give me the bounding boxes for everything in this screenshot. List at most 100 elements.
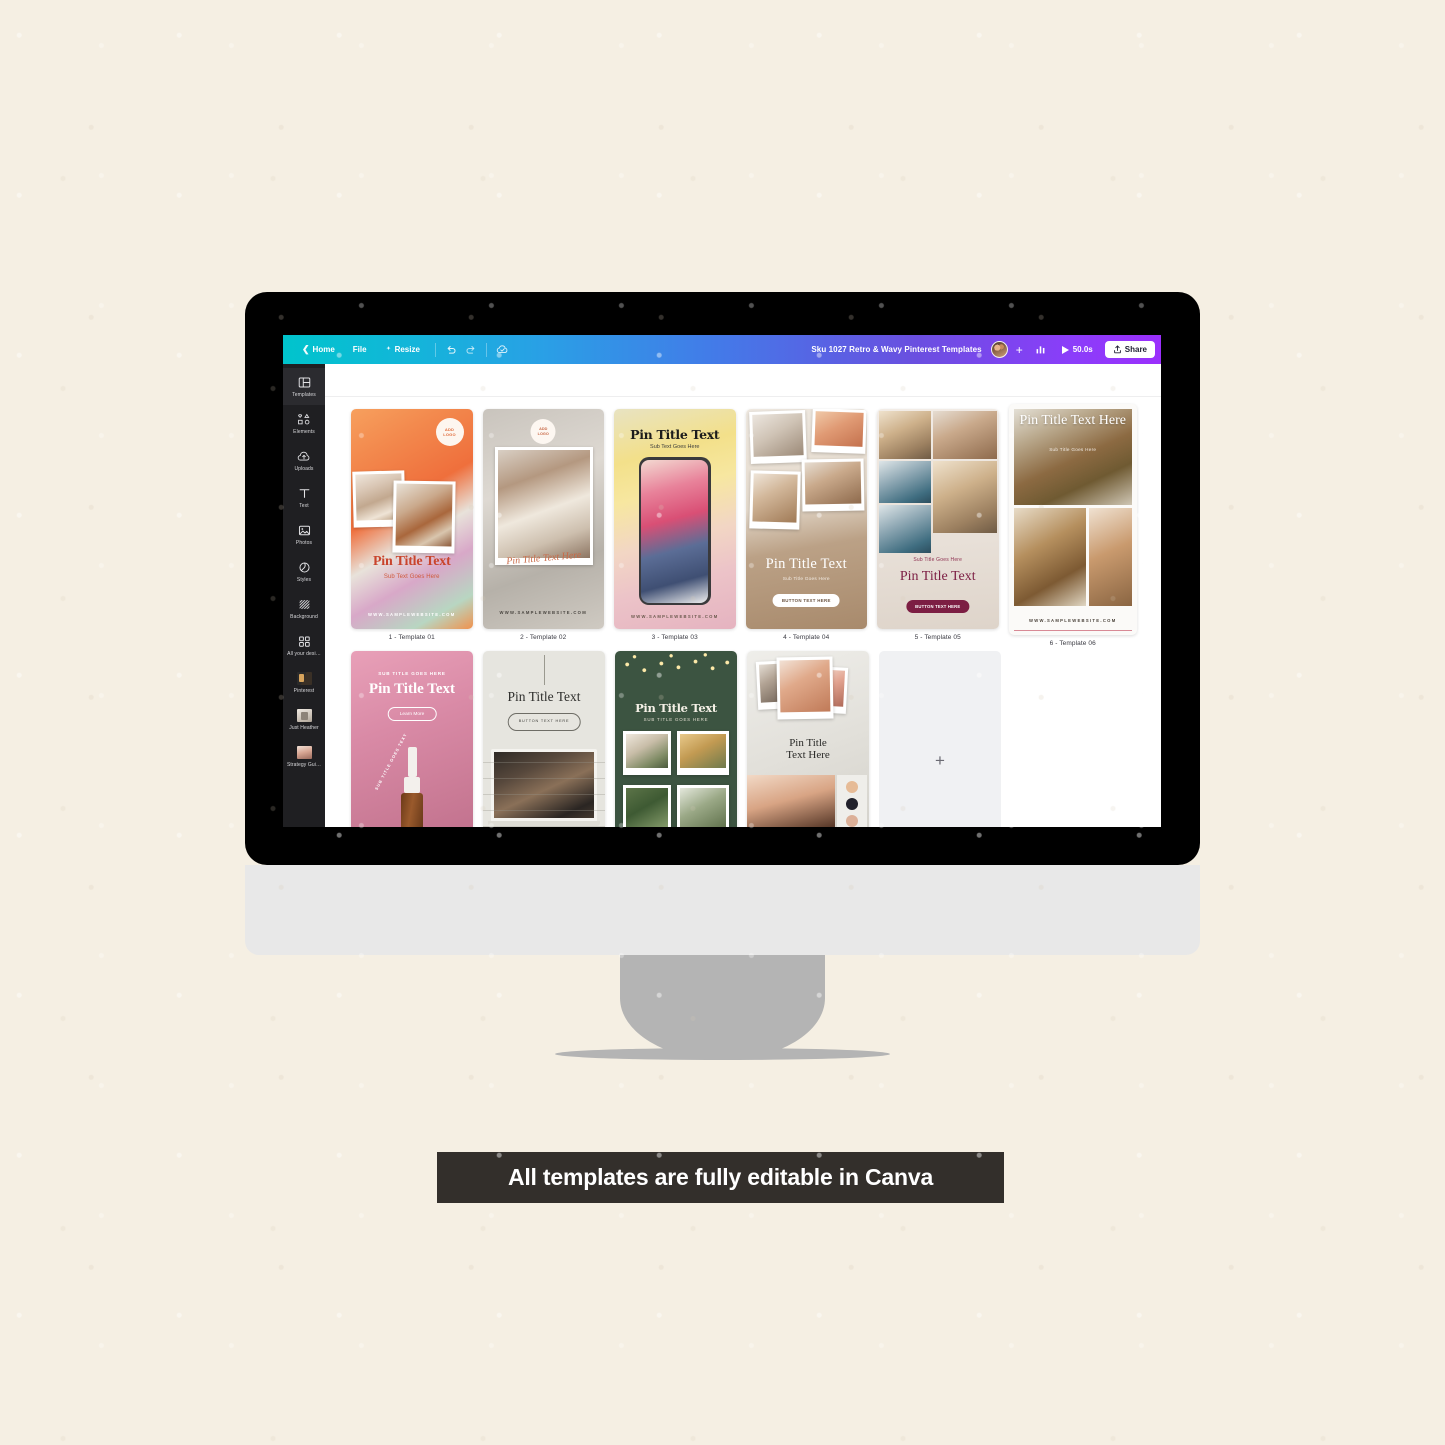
undo-arrow-icon [447,345,456,354]
home-button[interactable]: ❮ Home [293,342,344,357]
sidebar-item-just-heather[interactable]: Just Heather [283,701,325,738]
resize-button[interactable]: Resize [376,342,429,357]
divider-line [544,655,545,685]
photo-frame [776,656,834,720]
sidebar-item-all-your-designs[interactable]: All your desi… [283,627,325,664]
elements-shapes-icon [297,413,311,427]
text-t-icon [298,487,311,501]
laptop-mockup [488,749,600,826]
play-triangle-icon [1061,345,1069,354]
sidebar-label: Text [299,502,309,509]
sidebar-item-styles[interactable]: Styles [283,553,325,590]
sidebar-item-templates[interactable]: Templates [283,368,325,405]
cloud-saved-button[interactable] [493,340,512,359]
toolbar-divider [434,342,436,357]
photo-frame [392,480,456,554]
sidebar-item-elements[interactable]: Elements [283,405,325,442]
background-hatch-icon [298,598,311,612]
template-thumbnail-01[interactable]: ADD LOGO Pin Title Text Sub Text Goes Her… [351,409,473,629]
template-thumbnail-03[interactable]: Pin Title Text Sub Text Goes Here WWW.SA… [614,409,736,629]
sidebar-item-text[interactable]: Text [283,479,325,516]
page-cell[interactable]: Pin Title Text BUTTON TEXT HERE [483,651,605,827]
toolbar-divider-2 [485,342,487,357]
page-cell[interactable]: Pin Title Text Here [747,651,869,827]
photo-image-icon [298,524,311,538]
template-title: Pin Title Text [899,569,976,584]
page-cell[interactable]: ADD LOGO Pin Title Text Sub Text Goes Her… [351,409,473,641]
photo-frame [748,410,807,464]
template-thumbnail-06[interactable]: Pin Title Text Here Sub Title Goes Here … [1008,404,1137,635]
template-subtitle: Sub Title Goes Here [913,557,963,563]
template-thumbnail-02[interactable]: ADD LOGO Pin Title Text Here WWW.SAMPLEWE… [482,409,604,629]
pages-row: ADD LOGO Pin Title Text Sub Text Goes Her… [351,404,1137,647]
sidebar-label: Templates [292,391,316,398]
page-cell[interactable]: ADD LOGO Pin Title Text Here WWW.SAMPLEWE… [482,409,604,641]
add-collaborator-button[interactable]: + [1013,344,1026,356]
page-label: 3 - Template 03 [651,634,698,641]
duration-label: 50.0s [1072,345,1093,354]
file-menu-button[interactable]: File [344,342,376,357]
redo-button[interactable] [461,340,480,359]
templates-grid-icon [298,376,311,390]
template-thumbnail-09[interactable]: Pin Title Text SUB TITLE GOES HERE [615,651,737,827]
sidebar-item-pinterest[interactable]: Pinterest [283,664,325,701]
share-button[interactable]: Share [1104,341,1155,358]
phone-mockup [638,457,711,605]
bar-chart-icon [1036,346,1045,354]
template-thumbnail-05[interactable]: Sub Title Goes Here Pin Title Text BUTTO… [877,409,999,629]
monitor-stand [555,955,890,1060]
file-label: File [352,345,367,354]
sidebar-label: All your desi… [287,650,321,657]
template-title: Pin Title Text [765,556,847,572]
add-logo-badge: ADD LOGO [435,418,464,446]
template-thumbnail-07[interactable]: SUB TITLE GOES HERE Pin Title Text Learn… [351,651,473,827]
template-button: BUTTON TEXT HERE [507,713,581,731]
template-thumbnail-08[interactable]: Pin Title Text BUTTON TEXT HERE [483,651,605,827]
template-title: Pin Title Text Here [786,737,830,762]
present-timer-button[interactable]: 50.0s [1055,342,1100,357]
sidebar-label: Strategy Gui… [286,761,322,768]
left-sidebar: Templates Elements Uploads Text Photos S… [283,364,325,827]
share-upload-icon [1113,345,1121,354]
page-cell[interactable]: Sub Title Goes Here Pin Title Text BUTTO… [877,409,999,641]
sidebar-label: Background [290,613,318,620]
canva-app-screen: ❮ Home File Resize Sku 1027 Retro & Wavy… [283,335,1161,827]
monitor-stand-neck [620,955,825,1060]
sidebar-item-uploads[interactable]: Uploads [283,442,325,479]
page-cell[interactable]: SUB TITLE GOES HERE Pin Title Text Learn… [351,651,473,827]
template-thumbnail-10[interactable]: Pin Title Text Here [747,651,869,827]
canvas-area: ADD LOGO Pin Title Text Sub Text Goes Her… [325,364,1161,827]
page-cell[interactable]: Pin Title Text Sub Title Goes Here BUTTO… [745,409,867,641]
add-page-button[interactable]: + [879,651,1001,827]
photo-frame [623,785,671,827]
avatar[interactable] [990,341,1008,358]
page-label: 5 - Template 05 [914,634,961,641]
template-thumbnail-04[interactable]: Pin Title Text Sub Title Goes Here BUTTO… [745,409,867,629]
template-title: Pin Title Text [372,554,451,569]
template-subtitle: SUB TITLE GOES HERE [378,671,446,676]
pinterest-thumb-icon [296,672,312,685]
sidebar-item-background[interactable]: Background [283,590,325,627]
page-cell-selected[interactable]: Pin Title Text Here Sub Title Goes Here … [1008,404,1137,647]
photo-frame [677,731,729,775]
page-cell[interactable]: Pin Title Text Sub Text Goes Here WWW.SA… [614,409,736,641]
sidebar-item-strategy-guide[interactable]: Strategy Gui… [283,738,325,775]
page-label: 2 - Template 02 [520,634,567,641]
photo-frame [748,470,801,530]
pages-grid: ADD LOGO Pin Title Text Sub Text Goes Her… [325,397,1161,827]
page-cell[interactable]: Pin Title Text SUB TITLE GOES HERE [615,651,737,827]
sidebar-label: Uploads [294,465,314,472]
template-subtitle: Sub Title Goes Here [1049,447,1097,452]
template-title: Pin Title Text [635,701,717,715]
analytics-button[interactable] [1031,344,1050,355]
sidebar-item-photos[interactable]: Photos [283,516,325,553]
page-label: 4 - Template 04 [783,634,830,641]
swatch-column [837,775,867,827]
page-cell-add[interactable]: + [879,651,1001,827]
template-subtitle: Sub Text Goes Here [383,574,440,580]
app-body: Templates Elements Uploads Text Photos S… [283,364,1161,827]
template-subtitle: Sub Text Goes Here [650,444,700,450]
strategy-guide-thumb-icon [296,746,312,759]
resize-label: Resize [394,345,420,354]
undo-button[interactable] [442,340,461,359]
